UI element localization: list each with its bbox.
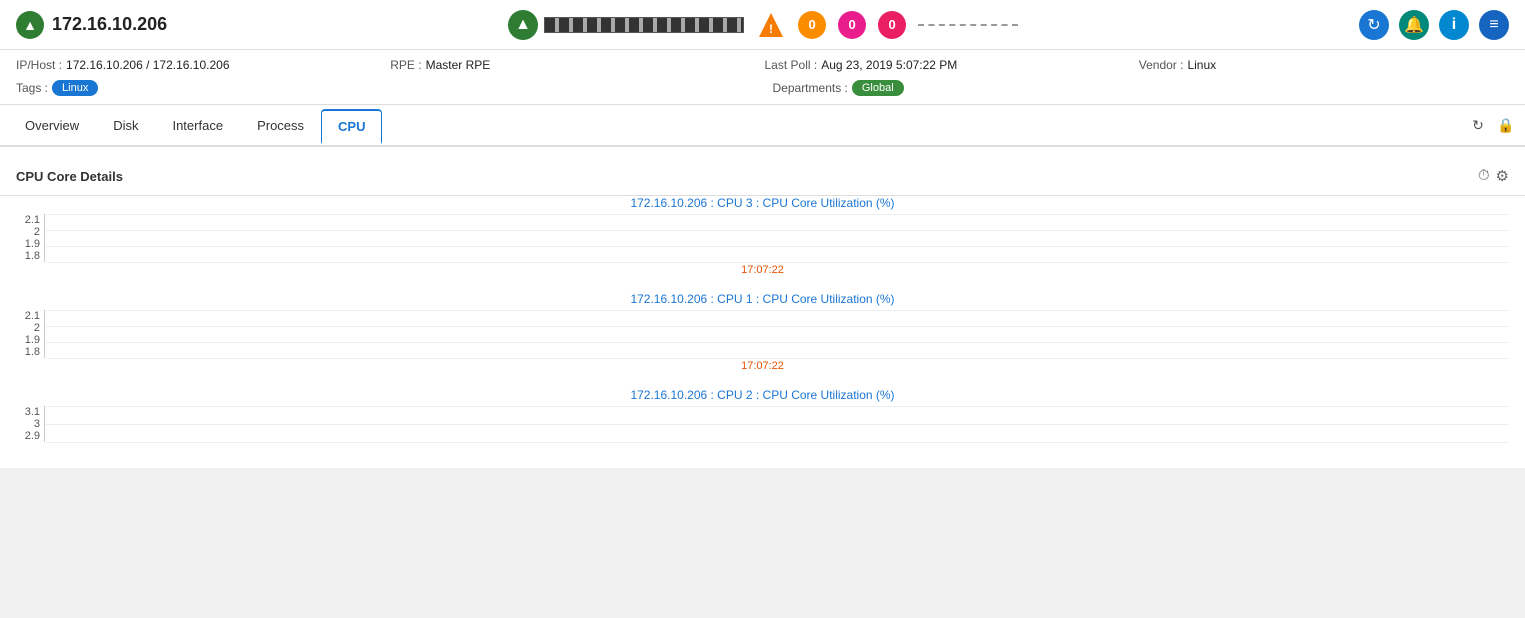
y-label: 1.8	[25, 250, 40, 262]
badge-magenta: 0	[878, 11, 906, 39]
y-label: 2	[34, 322, 40, 334]
header: ▲ 172.16.10.206 ▲ ! 0 0 0 ↻ 🔔 i ≡	[0, 0, 1525, 50]
y-label: 3.1	[25, 406, 40, 418]
tab-process[interactable]: Process	[240, 109, 321, 142]
tab-disk[interactable]: Disk	[96, 109, 155, 142]
chart-cpu2: 172.16.10.206 : CPU 2 : CPU Core Utiliza…	[0, 388, 1525, 442]
main-content: CPU Core Details ⏱ ⚙ 172.16.10.206 : CPU…	[0, 147, 1525, 468]
section-icons: ⏱ ⚙	[1478, 167, 1509, 185]
badge-orange: 0	[798, 11, 826, 39]
tabs-bar: Overview Disk Interface Process CPU ↻ 🔒	[0, 105, 1525, 147]
poll-row: Last Poll : Aug 23, 2019 5:07:22 PM	[765, 58, 1135, 72]
bell-button[interactable]: 🔔	[1399, 10, 1429, 40]
alert-triangle-icon: !	[757, 11, 785, 39]
vendor-row: Vendor : Linux	[1139, 58, 1509, 72]
header-right: ↻ 🔔 i ≡	[1359, 10, 1509, 40]
host-title: 172.16.10.206	[52, 14, 167, 35]
chart-cpu3-time: 17:07:22	[16, 264, 1509, 276]
grid-line	[45, 406, 1509, 407]
tags-row: Tags : Linux	[16, 80, 753, 96]
tags-label: Tags :	[16, 81, 48, 95]
ip-value: 172.16.10.206 / 172.16.10.206	[66, 58, 229, 72]
ip-label: IP/Host :	[16, 58, 62, 72]
tab-cpu[interactable]: CPU	[321, 109, 382, 144]
gear-icon[interactable]: ⚙	[1496, 167, 1509, 185]
departments-row: Departments : Global	[773, 80, 1510, 96]
y-label: 1.9	[25, 334, 40, 346]
charts-container: CPU Core Details ⏱ ⚙ 172.16.10.206 : CPU…	[0, 147, 1525, 468]
grid-line	[45, 230, 1509, 231]
tags-value: Linux	[52, 80, 98, 96]
host-icon: ▲	[16, 11, 44, 39]
poll-value: Aug 23, 2019 5:07:22 PM	[821, 58, 957, 72]
menu-button[interactable]: ≡	[1479, 10, 1509, 40]
chart-cpu3-row: 2.1 2 1.9 1.8	[16, 214, 1509, 262]
chart-cpu2-y-axis: 3.1 3 2.9	[16, 406, 44, 442]
grid-line	[45, 342, 1509, 343]
dashed-separator	[918, 24, 1018, 26]
chart-cpu3: 172.16.10.206 : CPU 3 : CPU Core Utiliza…	[0, 196, 1525, 276]
section-title: CPU Core Details	[16, 169, 123, 184]
chart-cpu3-inner	[44, 214, 1509, 262]
refresh-button[interactable]: ↻	[1359, 10, 1389, 40]
chart-cpu1-title: 172.16.10.206 : CPU 1 : CPU Core Utiliza…	[16, 292, 1509, 306]
info-bar: IP/Host : 172.16.10.206 / 172.16.10.206 …	[0, 50, 1525, 105]
departments-value: Global	[852, 80, 904, 96]
y-label: 1.9	[25, 238, 40, 250]
up-arrow-icon: ▲	[508, 10, 538, 40]
grid-line	[45, 262, 1509, 263]
rpe-label: RPE :	[390, 58, 421, 72]
ip-row: IP/Host : 172.16.10.206 / 172.16.10.206	[16, 58, 386, 72]
tab-overview[interactable]: Overview	[8, 109, 96, 142]
vendor-value: Linux	[1187, 58, 1216, 72]
tab-interface[interactable]: Interface	[155, 109, 240, 142]
chart-cpu1: 172.16.10.206 : CPU 1 : CPU Core Utiliza…	[0, 292, 1525, 372]
info-button[interactable]: i	[1439, 10, 1469, 40]
header-left: ▲ 172.16.10.206	[16, 11, 167, 39]
y-label: 2.1	[25, 214, 40, 226]
chart-cpu1-inner	[44, 310, 1509, 358]
chart-cpu3-title: 172.16.10.206 : CPU 3 : CPU Core Utiliza…	[16, 196, 1509, 210]
grid-line	[45, 424, 1509, 425]
y-label: 2.9	[25, 430, 40, 442]
y-label: 1.8	[25, 346, 40, 358]
tab-refresh-icon[interactable]: ↻	[1467, 114, 1489, 136]
y-label: 3	[34, 418, 40, 430]
rpe-row: RPE : Master RPE	[390, 58, 760, 72]
y-label: 2	[34, 226, 40, 238]
tags-departments-row: Tags : Linux Departments : Global	[16, 76, 1509, 96]
clock-icon[interactable]: ⏱	[1478, 167, 1490, 185]
svg-text:!: !	[769, 22, 773, 36]
rpe-value: Master RPE	[426, 58, 491, 72]
progress-bar	[544, 17, 744, 33]
departments-label: Departments :	[773, 81, 848, 95]
grid-line	[45, 358, 1509, 359]
chart-cpu3-y-axis: 2.1 2 1.9 1.8	[16, 214, 44, 262]
progress-bar-wrap: ▲	[508, 10, 744, 40]
grid-line	[45, 442, 1509, 443]
grid-line	[45, 246, 1509, 247]
vendor-label: Vendor :	[1139, 58, 1184, 72]
chart-cpu2-inner	[44, 406, 1509, 442]
header-center: ▲ ! 0 0 0	[508, 10, 1018, 40]
grid-line	[45, 326, 1509, 327]
chart-cpu1-row: 2.1 2 1.9 1.8	[16, 310, 1509, 358]
grid-line	[45, 310, 1509, 311]
chart-cpu1-time: 17:07:22	[16, 360, 1509, 372]
poll-label: Last Poll :	[765, 58, 818, 72]
chart-cpu2-row: 3.1 3 2.9	[16, 406, 1509, 442]
chart-cpu2-title: 172.16.10.206 : CPU 2 : CPU Core Utiliza…	[16, 388, 1509, 402]
y-label: 2.1	[25, 310, 40, 322]
chart-cpu1-y-axis: 2.1 2 1.9 1.8	[16, 310, 44, 358]
badge-pink: 0	[838, 11, 866, 39]
section-header: CPU Core Details ⏱ ⚙	[0, 157, 1525, 196]
grid-line	[45, 214, 1509, 215]
tab-action-icons: ↻ 🔒	[1467, 114, 1517, 136]
tab-lock-icon[interactable]: 🔒	[1495, 114, 1517, 136]
